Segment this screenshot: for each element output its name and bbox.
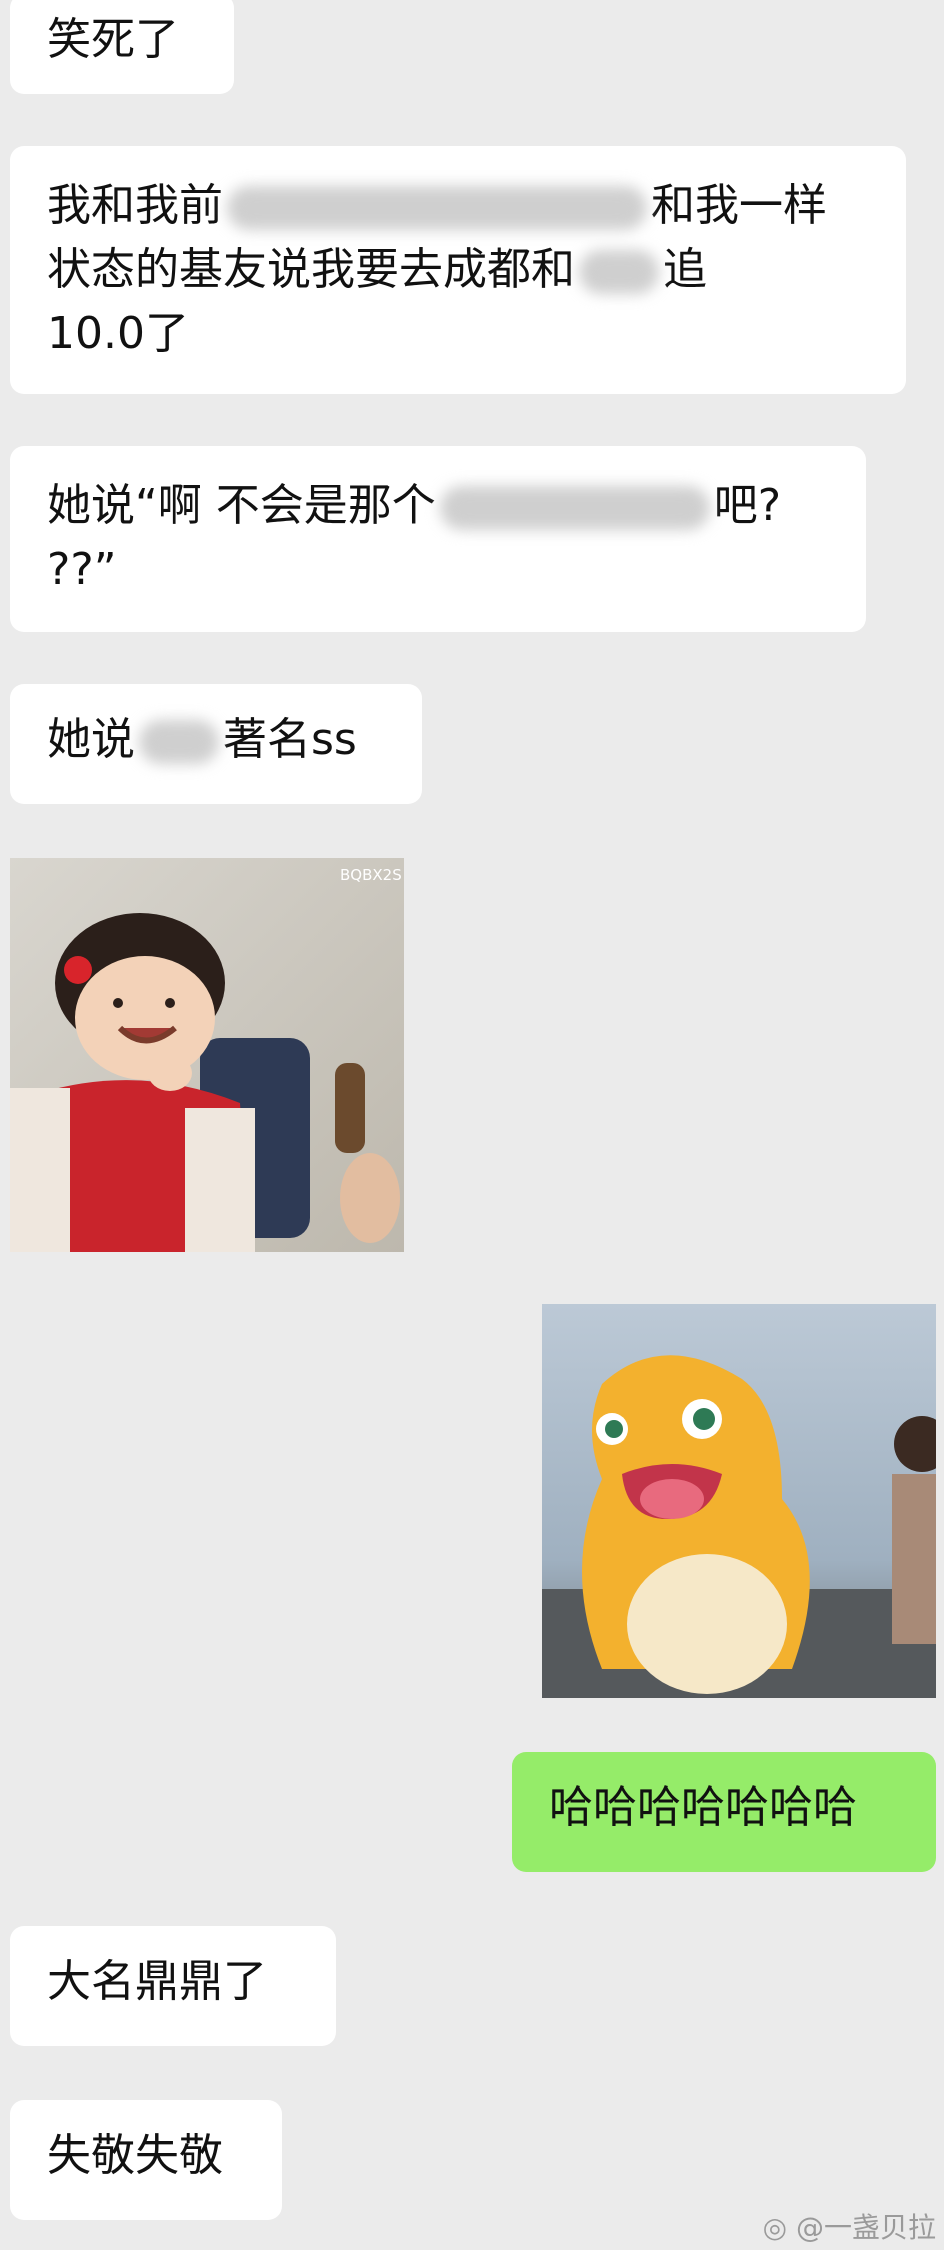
laughing-child-image: BQBX2S [10,858,404,1252]
message-line: 我和我前 和我一样 [47,180,827,231]
weibo-icon: ◎ [762,2211,788,2244]
message-line: 她说“啊 不会是那个 吧? [47,480,782,531]
redaction-blur [139,720,219,764]
message-line: ??” [47,544,117,595]
yellow-dino-image [542,1304,936,1698]
yellow-dino-sticker[interactable] [542,1304,936,1698]
message-bubble[interactable]: 失敬失敬 [10,2100,282,2220]
message-bubble[interactable]: 哈哈哈哈哈哈哈 [512,1752,936,1872]
message-text: 失敬失敬 [47,2130,223,2181]
laughing-child-sticker[interactable]: BQBX2S [10,858,404,1252]
message-line: 10.0了 [47,308,189,359]
message-text: 她说 [47,714,135,765]
message-line: 状态的基友说我要去成都和追 [47,244,707,295]
message-text: 著名ss [223,714,357,765]
message-bubble[interactable]: 她说“啊 不会是那个 吧? ??” [10,446,866,632]
sticker-watermark: BQBX2S [340,866,402,884]
message-text: 哈哈哈哈哈哈哈 [549,1782,857,1833]
message-text: 大名鼎鼎了 [47,1956,267,2007]
redaction-blur [579,250,659,294]
message-bubble[interactable]: 笑死了 [10,0,234,94]
message-text: 笑死了 [47,14,179,65]
redaction-blur [227,186,647,230]
redaction-blur [439,486,710,530]
message-bubble[interactable]: 我和我前 和我一样 状态的基友说我要去成都和追 10.0了 [10,146,906,394]
message-bubble[interactable]: 大名鼎鼎了 [10,1926,336,2046]
message-bubble[interactable]: 她说 著名ss [10,684,422,804]
weibo-watermark: ◎ @一盏贝拉 [762,2211,936,2244]
